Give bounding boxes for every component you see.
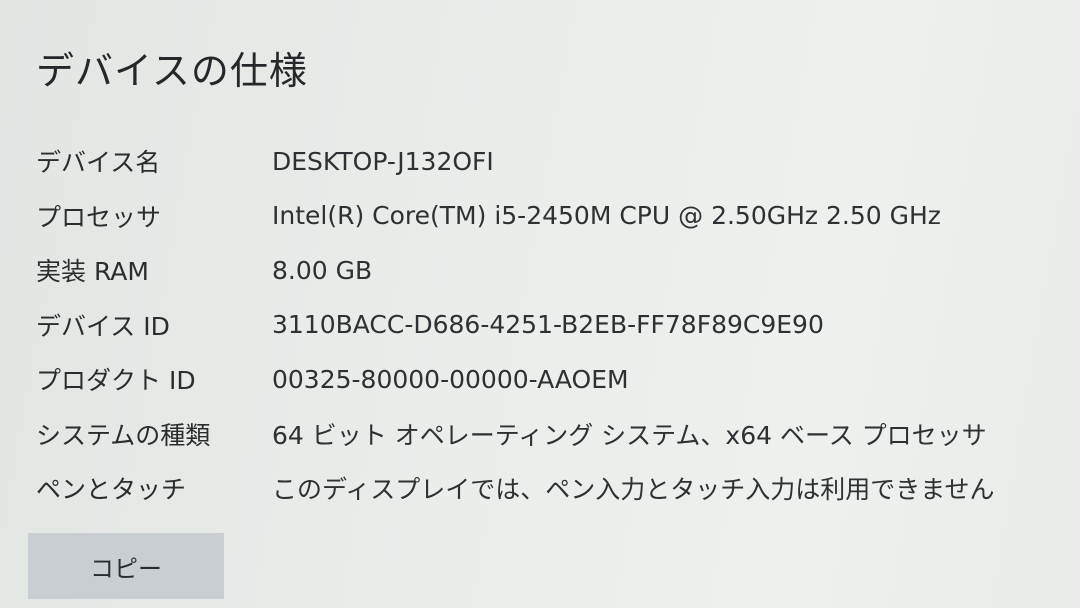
spec-value: 8.00 GB <box>272 255 373 285</box>
device-specifications-panel: デバイスの仕様 デバイス名 DESKTOP-J132OFI プロセッサ Inte… <box>0 0 1080 608</box>
spec-value: 3110BACC-D686-4251-B2EB-FF78F89C9E90 <box>272 310 824 340</box>
spec-row-product-id: プロダクト ID 00325-80000-00000-AAOEM <box>36 352 995 407</box>
spec-label: システムの種類 <box>36 420 211 450</box>
spec-value: DESKTOP-J132OFI <box>272 146 494 176</box>
spec-label: プロダクト ID <box>36 366 196 396</box>
spec-row-device-id: デバイス ID 3110BACC-D686-4251-B2EB-FF78F89C… <box>36 298 995 353</box>
page-title: デバイスの仕様 <box>36 49 308 93</box>
spec-row-installed-ram: 実装 RAM 8.00 GB <box>36 243 995 298</box>
spec-value: Intel(R) Core(TM) i5-2450M CPU @ 2.50GHz… <box>272 201 941 231</box>
spec-label: デバイス ID <box>36 311 170 341</box>
spec-value: このディスプレイでは、ペン入力とタッチ入力は利用できません <box>272 475 995 505</box>
copy-button[interactable]: コピー <box>28 533 224 599</box>
spec-value: 00325-80000-00000-AAOEM <box>272 364 629 394</box>
spec-label: 実装 RAM <box>36 257 149 287</box>
specs-list: デバイス名 DESKTOP-J132OFI プロセッサ Intel(R) Cor… <box>36 134 995 516</box>
spec-label: デバイス名 <box>36 148 161 178</box>
spec-row-pen-and-touch: ペンとタッチ このディスプレイでは、ペン入力とタッチ入力は利用できません <box>36 461 995 516</box>
spec-row-processor: プロセッサ Intel(R) Core(TM) i5-2450M CPU @ 2… <box>36 189 995 244</box>
spec-label: プロセッサ <box>36 202 162 232</box>
spec-row-device-name: デバイス名 DESKTOP-J132OFI <box>36 134 995 189</box>
spec-value: 64 ビット オペレーティング システム、x64 ベース プロセッサ <box>272 420 987 450</box>
spec-label: ペンとタッチ <box>36 475 187 505</box>
spec-row-system-type: システムの種類 64 ビット オペレーティング システム、x64 ベース プロセ… <box>36 407 995 462</box>
